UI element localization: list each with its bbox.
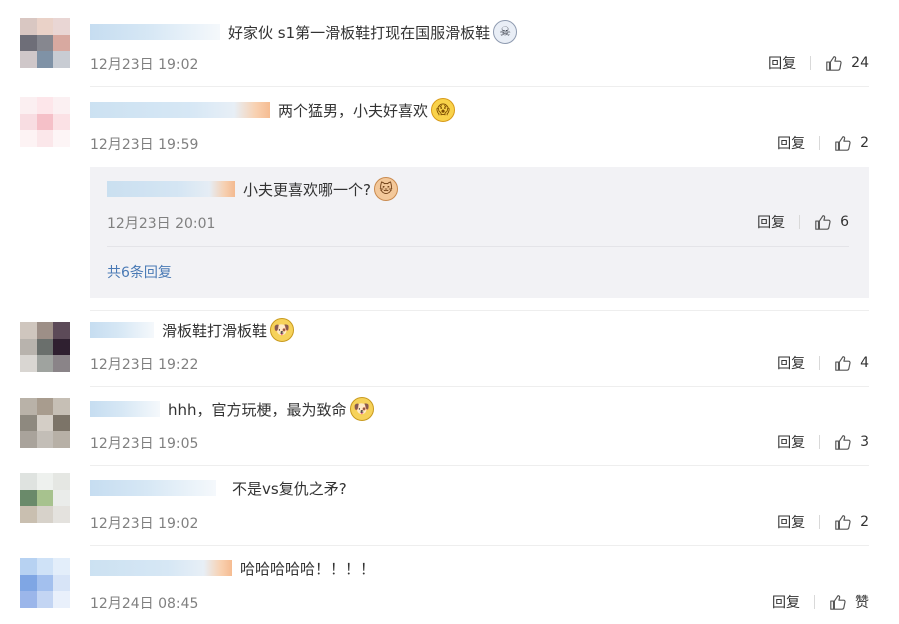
like-button[interactable]: 4 xyxy=(834,354,869,372)
comment-text: hhh，官方玩梗，最为致命 xyxy=(168,400,347,419)
like-count: 3 xyxy=(860,434,869,450)
reply-button[interactable]: 回复 xyxy=(777,512,805,532)
like-count: 2 xyxy=(860,514,869,530)
thumbs-up-icon xyxy=(830,595,846,610)
like-button[interactable]: 2 xyxy=(834,513,869,531)
comment-actions: 回复 2 xyxy=(777,512,869,532)
comment-divider xyxy=(90,386,869,387)
comment-time: 12月23日 19:02 xyxy=(90,516,199,532)
reply-button[interactable]: 回复 xyxy=(777,133,805,153)
reply-button[interactable]: 回复 xyxy=(777,432,805,452)
like-count: 赞 xyxy=(855,595,869,611)
sticker-emoji-icon: ☠ xyxy=(493,20,518,44)
like-button[interactable]: 6 xyxy=(814,213,849,231)
comment-time: 12月23日 19:02 xyxy=(90,57,199,73)
action-separator xyxy=(819,356,821,370)
comment-actions: 回复 3 xyxy=(777,432,869,452)
comment-actions: 回复 4 xyxy=(777,353,869,373)
username-blurred[interactable] xyxy=(90,102,270,118)
comment-time: 12月23日 19:59 xyxy=(90,137,199,153)
sticker-emoji-icon: 🐱 xyxy=(373,177,398,201)
username-blurred[interactable] xyxy=(107,181,235,197)
reply-button[interactable]: 回复 xyxy=(757,212,785,232)
comment-actions: 回复 2 xyxy=(777,133,869,153)
username-blurred[interactable] xyxy=(90,322,154,338)
like-button[interactable]: 24 xyxy=(825,54,869,72)
comment-actions: 回复 赞 xyxy=(772,592,869,612)
reply-button[interactable]: 回复 xyxy=(777,353,805,373)
like-button[interactable]: 3 xyxy=(834,433,869,451)
avatar[interactable] xyxy=(20,473,70,523)
action-separator xyxy=(814,595,815,609)
like-count: 4 xyxy=(860,355,869,371)
comment-divider xyxy=(90,465,869,466)
sub-reply-divider xyxy=(107,246,849,247)
comment-text: 哈哈哈哈哈！！！！ xyxy=(240,559,376,578)
username-blurred[interactable] xyxy=(90,401,160,417)
comment-divider xyxy=(90,310,869,311)
action-separator xyxy=(819,515,821,529)
username-blurred[interactable] xyxy=(90,560,232,576)
action-separator xyxy=(810,56,812,70)
more-replies-link[interactable]: 共6条回复 xyxy=(107,262,172,282)
comment-text: 两个猛男，小夫好喜欢 xyxy=(278,101,429,120)
comment-divider xyxy=(90,86,869,87)
action-separator xyxy=(819,435,821,449)
like-button[interactable]: 2 xyxy=(834,134,869,152)
reply-button[interactable]: 回复 xyxy=(772,592,800,612)
thumbs-up-icon xyxy=(815,215,831,230)
comment-divider xyxy=(90,545,869,546)
like-button[interactable]: 赞 xyxy=(829,592,869,612)
action-separator xyxy=(799,215,801,229)
sticker-emoji-icon: 🐶 xyxy=(349,397,374,421)
like-count: 2 xyxy=(860,135,869,151)
comment-time: 12月23日 19:22 xyxy=(90,357,199,373)
comment-time: 12月24日 08:45 xyxy=(90,596,199,612)
action-separator xyxy=(819,136,821,150)
sub-reply-text: 小夫更喜欢哪一个? xyxy=(243,180,371,199)
comment-text: 好家伙 s1第一滑板鞋打现在国服滑板鞋 xyxy=(228,23,491,42)
comment-actions: 回复 24 xyxy=(768,53,869,73)
avatar[interactable] xyxy=(20,322,70,372)
username-blurred[interactable] xyxy=(90,24,220,40)
sub-reply-actions: 回复 6 xyxy=(757,212,849,232)
avatar[interactable] xyxy=(20,97,70,147)
sticker-emoji-icon: 🐶 xyxy=(270,318,295,342)
reply-button[interactable]: 回复 xyxy=(768,53,796,73)
sticker-emoji-icon: 😱 xyxy=(431,98,456,122)
avatar[interactable] xyxy=(20,558,70,608)
thumbs-up-icon xyxy=(826,56,842,71)
like-count: 24 xyxy=(851,55,869,71)
comment-text: 滑板鞋打滑板鞋 xyxy=(162,321,268,340)
thumbs-up-icon xyxy=(835,136,851,151)
comment-time: 12月23日 19:05 xyxy=(90,436,199,452)
thumbs-up-icon xyxy=(835,515,851,530)
comment-text: 不是vs复仇之矛? xyxy=(232,479,347,498)
username-blurred[interactable] xyxy=(90,480,216,496)
thumbs-up-icon xyxy=(835,435,851,450)
sub-reply-box: 小夫更喜欢哪一个? 🐱 12月23日 20:01 回复 6 共6条回复 xyxy=(90,167,869,298)
avatar[interactable] xyxy=(20,18,70,68)
avatar[interactable] xyxy=(20,398,70,448)
thumbs-up-icon xyxy=(835,356,851,371)
like-count: 6 xyxy=(840,214,849,230)
sub-reply-time: 12月23日 20:01 xyxy=(107,216,216,232)
